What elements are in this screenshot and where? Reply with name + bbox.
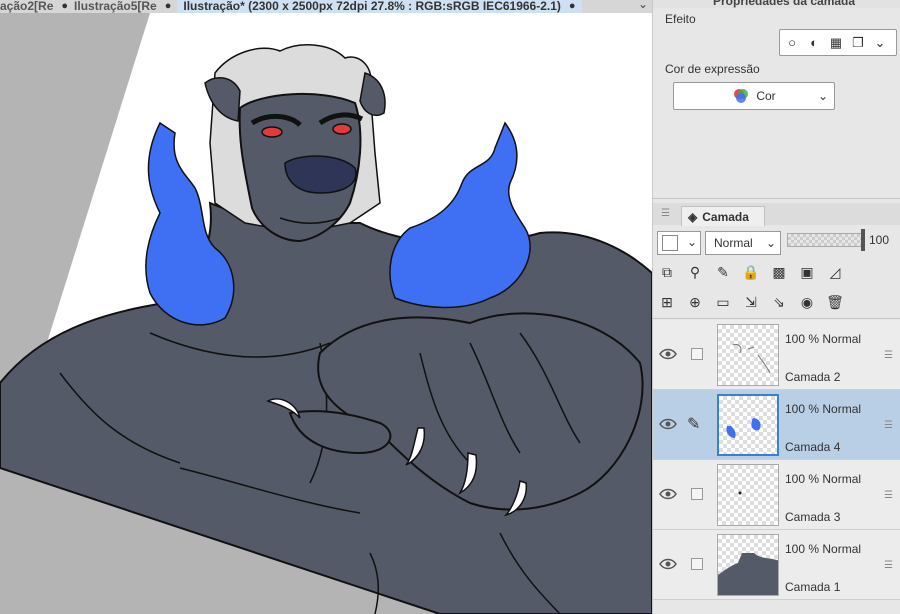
tab-close-icon[interactable]: ●	[569, 1, 576, 12]
expression-color-value: Cor	[756, 89, 776, 103]
layer-checkbox[interactable]	[691, 558, 703, 570]
drag-handle-icon[interactable]: ☰	[884, 560, 893, 571]
layer-blend-row: ⌄ Normal ⌄ 100	[653, 227, 900, 257]
document-tab-label: Ilustração5[Re	[74, 0, 157, 13]
canvas-area[interactable]	[0, 13, 652, 614]
layer-panel-tabs: ☰ ◈ Camada	[653, 203, 900, 226]
tabs-overflow-chevron-icon[interactable]: ⌄	[638, 0, 648, 11]
eye-icon[interactable]	[659, 348, 677, 360]
layer-thumbnail	[717, 534, 779, 596]
blend-mode-value: Normal	[714, 236, 753, 250]
tone-effect-icon[interactable]: ◐	[806, 35, 822, 51]
eye-icon[interactable]	[659, 488, 677, 500]
layer-item[interactable]: 100 % Normal Camada 1 ☰	[653, 530, 900, 600]
artwork-canvas[interactable]	[0, 13, 652, 614]
opacity-slider[interactable]	[787, 233, 863, 247]
new-vector-layer-icon[interactable]: ⊕	[681, 290, 709, 314]
trash-icon[interactable]: 🗑	[821, 290, 849, 314]
blend-mode-select[interactable]: Normal ⌄	[705, 231, 781, 255]
merge-down-icon[interactable]: ⇘	[765, 290, 793, 314]
document-tab-0[interactable]: ação2[Re ●	[0, 0, 74, 13]
layer-item[interactable]: ✎ 100 % Normal Camada 4 ☰	[653, 390, 900, 460]
lock-icon[interactable]: 🔒	[737, 260, 765, 284]
chevron-down-icon: ⌄	[686, 235, 697, 249]
layer-name: Camada 2	[785, 370, 841, 384]
opacity-slider-handle[interactable]	[861, 229, 865, 251]
eye-icon[interactable]	[659, 558, 677, 570]
new-raster-layer-icon[interactable]: ⊞	[653, 290, 681, 314]
app-window: ação2[Re ● Ilustração5[Re ● Ilustração* …	[0, 0, 900, 614]
panel-title-bar: Propriedades da camada	[653, 0, 900, 8]
swatch-inner	[662, 235, 678, 251]
eye-icon[interactable]	[659, 418, 677, 430]
eye-right	[332, 123, 352, 135]
layer-color-swatch[interactable]: ⌄	[657, 231, 701, 255]
pen-icon: ✎	[687, 416, 701, 433]
layer-color-icon[interactable]: ❐	[850, 35, 866, 51]
document-tab-2[interactable]: Ilustração* (2300 x 2500px 72dpi 27.8% :…	[177, 0, 582, 13]
border-effect-icon[interactable]: ○	[784, 35, 800, 51]
create-mask-icon[interactable]: ◉	[793, 290, 821, 314]
layer-list: 100 % Normal Camada 2 ☰ ✎ 100 % Normal C…	[653, 320, 900, 614]
layer-toolbar-bottom: ⊞ ⊕ ▭ ⇲ ⇘ ◉ 🗑	[653, 287, 900, 317]
chevron-down-icon: ⌄	[817, 89, 828, 103]
efeito-label: Efeito	[665, 12, 696, 26]
draft-layer-icon[interactable]: ✎	[709, 260, 737, 284]
layer-mode: 100 % Normal	[785, 402, 862, 416]
panel-title: Propriedades da camada	[713, 0, 856, 8]
screentone-icon[interactable]: ▦	[828, 35, 844, 51]
layer-mode: 100 % Normal	[785, 542, 862, 556]
layer-name: Camada 1	[785, 580, 841, 594]
expression-color-select[interactable]: Cor ⌄	[673, 82, 835, 110]
layer-name: Camada 3	[785, 510, 841, 524]
layer-mode: 100 % Normal	[785, 472, 862, 486]
panel-grip-icon[interactable]: ☰	[661, 208, 670, 219]
document-tabbar: ação2[Re ● Ilustração5[Re ● Ilustração* …	[0, 0, 652, 13]
drag-handle-icon[interactable]: ☰	[884, 490, 893, 501]
opacity-value[interactable]: 100	[869, 233, 889, 247]
new-folder-icon[interactable]: ▭	[709, 290, 737, 314]
effect-toolbar: ○ ◐ ▦ ❐ ⌄	[779, 29, 897, 56]
document-tab-1[interactable]: Ilustração5[Re ●	[74, 0, 177, 13]
tab-camada-label: Camada	[702, 209, 749, 224]
eye-left	[261, 126, 283, 138]
drag-handle-icon[interactable]: ☰	[884, 350, 893, 361]
transfer-down-icon[interactable]: ⇲	[737, 290, 765, 314]
chevron-down-icon[interactable]: ⌄	[872, 35, 888, 51]
tab-close-icon[interactable]: ●	[61, 1, 68, 12]
mask-icon[interactable]: ▣	[793, 260, 821, 284]
divider	[653, 198, 900, 199]
color-mode-icon	[734, 89, 749, 103]
layer-thumbnail	[717, 464, 779, 526]
ruler-icon[interactable]: ◿	[821, 260, 849, 284]
layer-item[interactable]: 100 % Normal Camada 2 ☰	[653, 320, 900, 390]
document-tab-label: Ilustração* (2300 x 2500px 72dpi 27.8% :…	[183, 0, 561, 13]
layer-checkbox[interactable]	[691, 488, 703, 500]
chevron-down-icon: ⌄	[765, 236, 776, 250]
layers-icon: ◈	[688, 209, 698, 224]
layer-checkbox[interactable]	[691, 348, 703, 360]
layer-thumbnail	[717, 324, 779, 386]
reference-layer-icon[interactable]: ⚲	[681, 260, 709, 284]
document-tab-label: ação2[Re	[0, 0, 54, 13]
layer-name: Camada 4	[785, 440, 841, 454]
properties-panel: Propriedades da camada Efeito ○ ◐ ▦ ❐ ⌄ …	[652, 0, 900, 614]
tab-camada[interactable]: ◈ Camada	[681, 206, 765, 226]
layer-item[interactable]: 100 % Normal Camada 3 ☰	[653, 460, 900, 530]
lock-transparency-icon[interactable]: ▩	[765, 260, 793, 284]
divider	[653, 318, 900, 319]
layer-toolbar-top: ⧉ ⚲ ✎ 🔒 ▩ ▣ ◿	[653, 257, 900, 287]
tab-close-icon[interactable]: ●	[165, 1, 172, 12]
layer-thumbnail	[717, 394, 779, 456]
layer-mode: 100 % Normal	[785, 332, 862, 346]
drag-handle-icon[interactable]: ☰	[884, 420, 893, 431]
cor-expressao-label: Cor de expressão	[665, 62, 760, 76]
clip-layer-icon[interactable]: ⧉	[653, 260, 681, 284]
